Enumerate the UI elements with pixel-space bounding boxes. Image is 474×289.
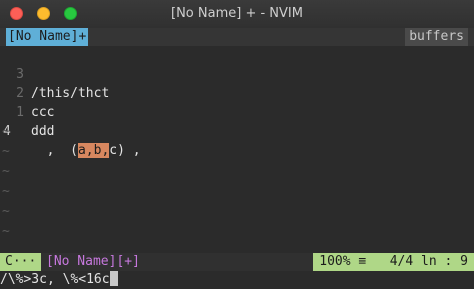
buffer-line: 1 ddd xyxy=(0,84,54,139)
line-col-indicator: 4/4 ln : 9 xyxy=(389,254,468,269)
line-suffix: c) , xyxy=(109,143,141,158)
current-buffer-line: 4 , (a,b,c) , xyxy=(0,103,141,158)
buffer-line: 3 /this/thct xyxy=(0,46,109,101)
line-prefix: , ( xyxy=(31,143,78,158)
command-text: /\%>3c, \%<16c xyxy=(0,272,110,287)
cursor-position: 100% ≡ 4/4 ln : 9 xyxy=(313,253,474,271)
nvim-window: [No Name] + - NVIM [No Name]+ buffers 3 … xyxy=(0,0,474,289)
command-line[interactable]: /\%>3c, \%<16c xyxy=(0,271,474,289)
empty-line-tilde: ~ xyxy=(2,144,10,159)
tab-no-name[interactable]: [No Name]+ xyxy=(6,28,89,46)
buffer-line: 2 ccc xyxy=(0,65,54,120)
file-name: [No Name][+] xyxy=(46,254,140,269)
empty-line-tilde: ~ xyxy=(2,124,10,139)
window-title: [No Name] + - NVIM xyxy=(171,6,303,21)
cursor xyxy=(109,271,118,286)
title-bar[interactable]: [No Name] + - NVIM xyxy=(0,0,474,29)
buffers-label: buffers xyxy=(405,28,468,46)
empty-line-tilde: ~ xyxy=(2,184,10,199)
empty-line-tilde: ~ xyxy=(2,204,10,219)
percent-indicator: 100% ≡ xyxy=(319,254,367,269)
current-line-text: , (a,b,c) , xyxy=(31,141,141,160)
tabline: [No Name]+ buffers xyxy=(0,28,474,46)
search-match-highlight: a, xyxy=(77,143,94,158)
mode-indicator: C··· xyxy=(0,253,42,271)
editor-buffer[interactable]: 3 /this/thct 2 ccc 1 ddd 4 , (a,b,c) , ~… xyxy=(0,46,474,253)
empty-line-tilde: ~ xyxy=(2,164,10,179)
empty-line-tilde: ~ xyxy=(2,224,10,239)
statusline: C··· [No Name][+] 100% ≡ 4/4 ln : 9 xyxy=(0,253,474,271)
